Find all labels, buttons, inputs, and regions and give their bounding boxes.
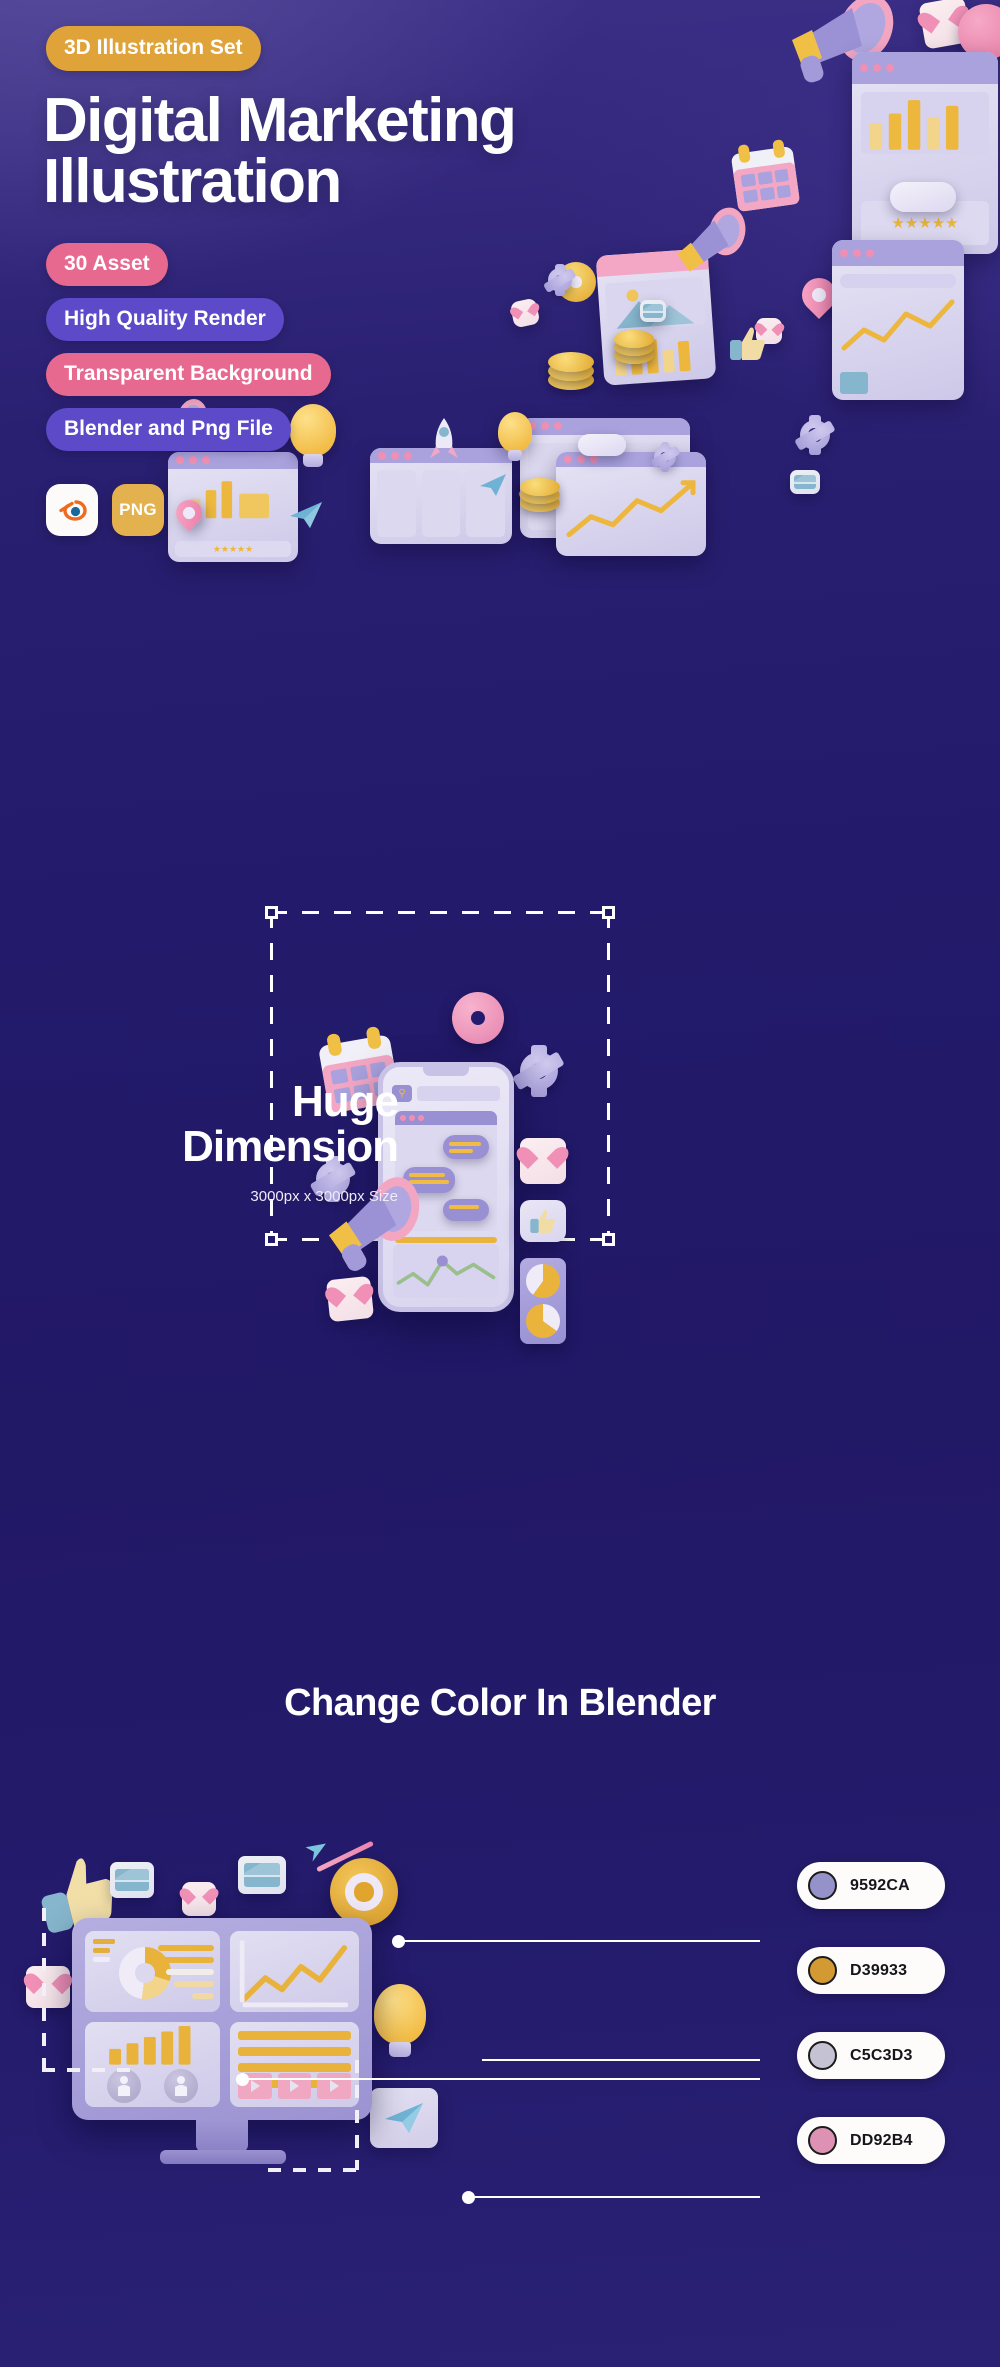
dimension-title-line2: Dimension — [182, 1121, 399, 1171]
color-swatch-dd92b4[interactable]: DD92B4 — [797, 2117, 945, 2164]
dimension-subtitle: 3000px x 3000px Size — [250, 1187, 398, 1205]
leader-dot-1 — [392, 1935, 405, 1948]
dashed-connector-left-v — [42, 1908, 46, 2068]
chat-bubble — [443, 1135, 489, 1159]
section-title-change-color: Change Color In Blender — [284, 1682, 716, 1724]
swatch-dot — [808, 1956, 837, 1985]
chat-bubble — [443, 1199, 489, 1221]
leader-dot-4 — [462, 2191, 475, 2204]
change-color-section: Change Color In Blender 9592CA D39933 C5… — [0, 1660, 1000, 2367]
heart-card — [182, 1882, 216, 1916]
swatch-dot — [808, 2041, 837, 2070]
swatch-dot — [808, 1871, 837, 1900]
huge-dimension-section: Huge Dimension 3000px x 3000px Size ⚲ — [0, 880, 1000, 1620]
color-swatch-list: 9592CA D39933 C5C3D3 DD92B4 — [797, 1862, 945, 2164]
bar-chart-panel — [85, 2021, 221, 2107]
avatar — [107, 2068, 142, 2103]
envelope-card — [790, 470, 820, 494]
coin-stack — [614, 330, 654, 366]
swatch-hex: 9592CA — [850, 1876, 910, 1894]
gear-icon — [520, 1045, 558, 1097]
monitor-dashboard — [72, 1918, 372, 2120]
feature-tag-transparent: Transparent Background — [46, 352, 331, 396]
cloud-icon — [890, 182, 956, 212]
color-swatch-9592ca[interactable]: 9592CA — [797, 1862, 945, 1909]
png-icon: PNG — [112, 483, 164, 536]
hero-section: ★★★★★ ★★★★★ 3D Illustration Set Digital … — [0, 0, 1000, 860]
arrow-fletching — [306, 1838, 331, 1861]
dimension-title-line1: Huge — [292, 1077, 399, 1126]
dashed-connector-left-h — [42, 2068, 130, 2072]
play-icon — [329, 2079, 339, 2092]
play-icon — [250, 2079, 260, 2092]
target-icon — [330, 1858, 398, 1926]
heart-card — [325, 1275, 375, 1323]
lightbulb-icon — [374, 1984, 426, 2058]
video-thumb[interactable] — [277, 2072, 312, 2099]
video-thumb[interactable] — [317, 2072, 351, 2099]
dimension-copy: Huge Dimension 3000px x 3000px Size — [48, 1077, 399, 1205]
color-swatch-c5c3d3[interactable]: C5C3D3 — [797, 2032, 945, 2079]
blender-icon — [46, 483, 98, 536]
page-title-line2: Illustration — [43, 146, 342, 216]
monitor-stand — [196, 2120, 248, 2152]
pie-chart-card — [520, 1258, 566, 1344]
heart-card — [26, 1966, 70, 2008]
leader-line-2 — [482, 2059, 760, 2061]
leader-line-1 — [398, 1940, 760, 1942]
swatch-dot — [808, 2126, 837, 2155]
dashed-connector-mid-h — [268, 2168, 358, 2172]
monitor-foot — [160, 2150, 286, 2164]
line-chart-panel — [230, 1931, 359, 2012]
paper-plane-card — [370, 2088, 438, 2148]
leader-line-4 — [468, 2196, 760, 2198]
swatch-hex: DD92B4 — [850, 2131, 913, 2149]
dashed-connector-mid-v — [355, 2060, 359, 2170]
swatch-hex: D39933 — [850, 1961, 908, 1979]
thumbs-up-icon — [730, 326, 766, 360]
donut-icon — [452, 992, 504, 1044]
feature-tag-asset: 30 Asset — [46, 242, 168, 286]
page-title-line1: Digital Marketing — [43, 86, 517, 155]
envelope-card — [110, 1862, 154, 1898]
leader-line-3 — [242, 2078, 760, 2080]
gear-icon — [800, 414, 830, 456]
list-video-panel — [230, 2021, 359, 2107]
envelope-card — [640, 300, 666, 322]
envelope-card — [238, 1856, 286, 1894]
browser-window-rating: ★★★★★ — [852, 52, 998, 254]
selection-edge-right — [607, 911, 610, 1241]
feature-tag-list: 30 Asset High Quality Render Transparent… — [46, 242, 606, 451]
selection-handle-br[interactable] — [602, 1233, 615, 1246]
feature-tag-fileformat: Blender and Png File — [46, 407, 291, 451]
thumbs-up-card — [520, 1200, 566, 1242]
leader-dot-3 — [236, 2073, 249, 2086]
swatch-hex: C5C3D3 — [850, 2046, 913, 2064]
feature-tag-render: High Quality Render — [46, 297, 284, 341]
page-title: Digital Marketing Illustration — [43, 86, 606, 216]
selection-handle-bl[interactable] — [265, 1233, 278, 1246]
megaphone-icon — [661, 203, 758, 287]
donut-chart-panel — [85, 1931, 221, 2012]
selection-edge-top — [270, 911, 610, 914]
gear-icon — [654, 442, 676, 472]
heart-card — [520, 1138, 566, 1184]
file-format-icons: PNG — [46, 483, 606, 536]
selection-handle-tl[interactable] — [265, 906, 278, 919]
badge-illustration-set: 3D Illustration Set — [46, 26, 261, 71]
browser-window-chat — [832, 240, 964, 400]
avatar — [163, 2068, 198, 2103]
play-icon — [290, 2079, 300, 2092]
dimension-title: Huge Dimension — [48, 1077, 399, 1171]
color-swatch-d39933[interactable]: D39933 — [797, 1947, 945, 1994]
selection-handle-tr[interactable] — [602, 906, 615, 919]
